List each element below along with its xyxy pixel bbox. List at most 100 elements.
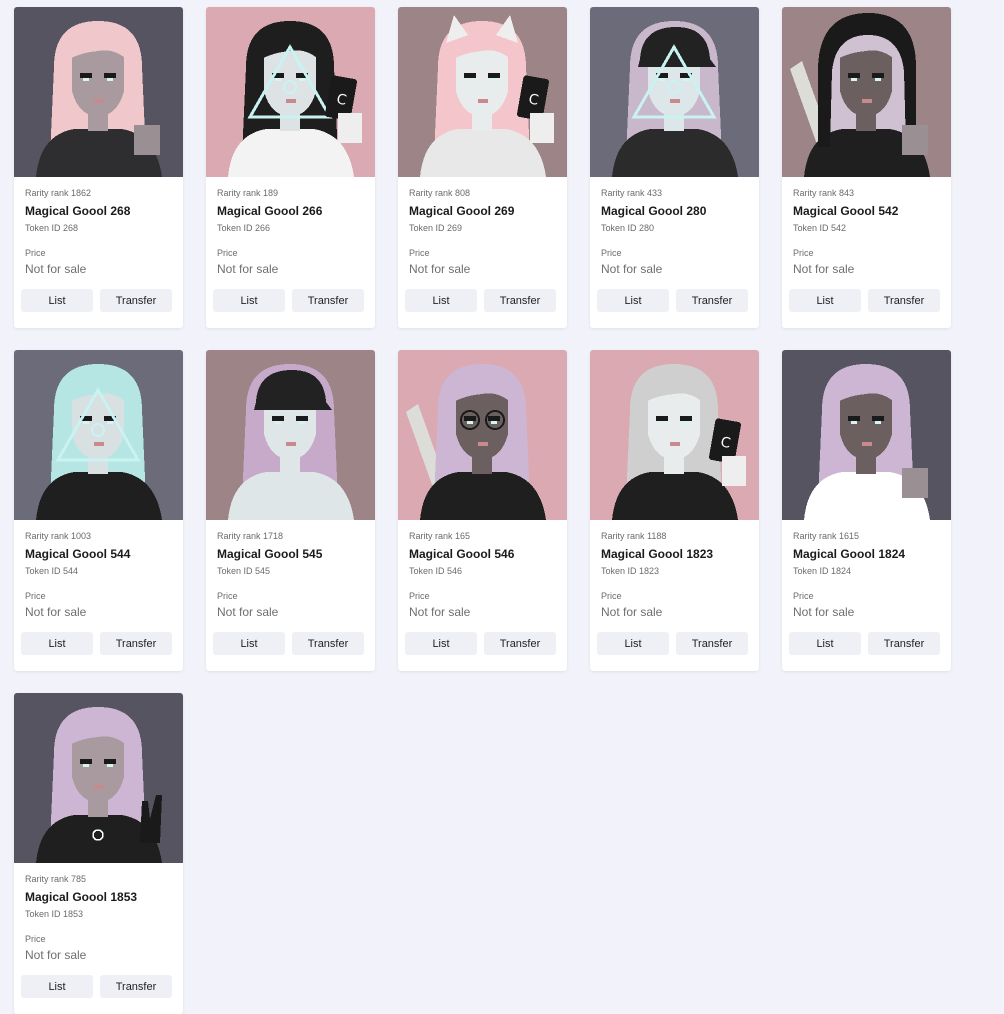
list-button[interactable]: List bbox=[21, 632, 93, 655]
nft-card[interactable]: C Rarity rank 189 Magical Goool 266 Toke… bbox=[206, 7, 375, 328]
nft-name: Magical Goool 266 bbox=[217, 204, 323, 218]
transfer-button[interactable]: Transfer bbox=[868, 289, 940, 312]
transfer-button[interactable]: Transfer bbox=[100, 975, 172, 998]
nft-name: Magical Goool 1823 bbox=[601, 547, 714, 561]
token-id: Token ID 280 bbox=[601, 223, 655, 233]
rarity-rank: Rarity rank 165 bbox=[409, 531, 471, 541]
nft-artwork[interactable] bbox=[14, 7, 183, 177]
card-actions: List Transfer bbox=[21, 975, 172, 998]
nft-artwork[interactable] bbox=[782, 350, 951, 520]
transfer-button[interactable]: Transfer bbox=[292, 632, 364, 655]
list-button[interactable]: List bbox=[405, 632, 477, 655]
nft-name: Magical Goool 544 bbox=[25, 547, 131, 561]
nft-artwork[interactable] bbox=[206, 350, 375, 520]
price-value: Not for sale bbox=[25, 605, 87, 619]
nft-artwork[interactable]: C bbox=[590, 350, 759, 520]
token-id: Token ID 268 bbox=[25, 223, 79, 233]
price-value: Not for sale bbox=[217, 262, 279, 276]
nft-artwork[interactable] bbox=[590, 7, 759, 177]
price-label: Price bbox=[217, 248, 238, 258]
price-value: Not for sale bbox=[217, 605, 279, 619]
nft-name: Magical Goool 545 bbox=[217, 547, 323, 561]
price-value: Not for sale bbox=[793, 605, 855, 619]
nft-artwork[interactable] bbox=[782, 7, 951, 177]
nft-artwork[interactable] bbox=[14, 350, 183, 520]
price-value: Not for sale bbox=[25, 262, 87, 276]
rarity-rank: Rarity rank 1862 bbox=[25, 188, 92, 198]
nft-card[interactable]: Rarity rank 1615 Magical Goool 1824 Toke… bbox=[782, 350, 951, 671]
transfer-button[interactable]: Transfer bbox=[484, 289, 556, 312]
card-actions: List Transfer bbox=[789, 632, 940, 655]
transfer-button[interactable]: Transfer bbox=[868, 632, 940, 655]
price-value: Not for sale bbox=[25, 948, 87, 962]
transfer-button[interactable]: Transfer bbox=[100, 632, 172, 655]
list-button[interactable]: List bbox=[405, 289, 477, 312]
price-value: Not for sale bbox=[409, 605, 471, 619]
list-button[interactable]: List bbox=[213, 632, 285, 655]
card-actions: List Transfer bbox=[213, 632, 364, 655]
rarity-rank: Rarity rank 808 bbox=[409, 188, 471, 198]
token-id: Token ID 542 bbox=[793, 223, 847, 233]
transfer-button[interactable]: Transfer bbox=[676, 632, 748, 655]
nft-name: Magical Goool 546 bbox=[409, 547, 515, 561]
price-label: Price bbox=[217, 591, 238, 601]
card-actions: List Transfer bbox=[405, 289, 556, 312]
card-actions: List Transfer bbox=[597, 289, 748, 312]
card-actions: List Transfer bbox=[789, 289, 940, 312]
rarity-rank: Rarity rank 785 bbox=[25, 874, 87, 884]
token-id: Token ID 1824 bbox=[793, 566, 852, 576]
list-button[interactable]: List bbox=[213, 289, 285, 312]
nft-card[interactable]: Rarity rank 785 Magical Goool 1853 Token… bbox=[14, 693, 183, 1014]
list-button[interactable]: List bbox=[597, 289, 669, 312]
rarity-rank: Rarity rank 1188 bbox=[601, 531, 667, 541]
nft-card[interactable]: Rarity rank 1003 Magical Goool 544 Token… bbox=[14, 350, 183, 671]
price-label: Price bbox=[25, 248, 46, 258]
nft-card[interactable]: Rarity rank 165 Magical Goool 546 Token … bbox=[398, 350, 567, 671]
price-label: Price bbox=[793, 248, 814, 258]
nft-name: Magical Goool 280 bbox=[601, 204, 707, 218]
nft-artwork[interactable]: C bbox=[398, 7, 567, 177]
price-value: Not for sale bbox=[793, 262, 855, 276]
price-label: Price bbox=[25, 591, 46, 601]
token-id: Token ID 545 bbox=[217, 566, 271, 576]
rarity-rank: Rarity rank 1615 bbox=[793, 531, 860, 541]
nft-artwork[interactable] bbox=[14, 693, 183, 863]
nft-name: Magical Goool 1853 bbox=[25, 890, 138, 904]
price-label: Price bbox=[409, 591, 430, 601]
price-value: Not for sale bbox=[601, 262, 663, 276]
token-id: Token ID 546 bbox=[409, 566, 463, 576]
token-id: Token ID 269 bbox=[409, 223, 463, 233]
nft-name: Magical Goool 542 bbox=[793, 204, 899, 218]
price-label: Price bbox=[601, 591, 622, 601]
list-button[interactable]: List bbox=[21, 289, 93, 312]
rarity-rank: Rarity rank 843 bbox=[793, 188, 855, 198]
nft-card[interactable]: C Rarity rank 1188 Magical Goool 1823 To… bbox=[590, 350, 759, 671]
nft-card[interactable]: Rarity rank 433 Magical Goool 280 Token … bbox=[590, 7, 759, 328]
nft-name: Magical Goool 269 bbox=[409, 204, 515, 218]
nft-grid: Rarity rank 1862 Magical Goool 268 Token… bbox=[14, 7, 951, 1014]
price-label: Price bbox=[25, 934, 46, 944]
rarity-rank: Rarity rank 433 bbox=[601, 188, 663, 198]
token-id: Token ID 1853 bbox=[25, 909, 84, 919]
list-button[interactable]: List bbox=[21, 975, 93, 998]
card-actions: List Transfer bbox=[405, 632, 556, 655]
token-id: Token ID 266 bbox=[217, 223, 271, 233]
nft-artwork[interactable]: C bbox=[206, 7, 375, 177]
rarity-rank: Rarity rank 1718 bbox=[217, 531, 284, 541]
nft-artwork[interactable] bbox=[398, 350, 567, 520]
list-button[interactable]: List bbox=[789, 632, 861, 655]
transfer-button[interactable]: Transfer bbox=[100, 289, 172, 312]
list-button[interactable]: List bbox=[597, 632, 669, 655]
nft-card[interactable]: C Rarity rank 808 Magical Goool 269 Toke… bbox=[398, 7, 567, 328]
transfer-button[interactable]: Transfer bbox=[292, 289, 364, 312]
price-label: Price bbox=[793, 591, 814, 601]
card-actions: List Transfer bbox=[213, 289, 364, 312]
transfer-button[interactable]: Transfer bbox=[484, 632, 556, 655]
transfer-button[interactable]: Transfer bbox=[676, 289, 748, 312]
card-actions: List Transfer bbox=[21, 289, 172, 312]
rarity-rank: Rarity rank 1003 bbox=[25, 531, 92, 541]
list-button[interactable]: List bbox=[789, 289, 861, 312]
nft-card[interactable]: Rarity rank 1718 Magical Goool 545 Token… bbox=[206, 350, 375, 671]
nft-card[interactable]: Rarity rank 843 Magical Goool 542 Token … bbox=[782, 7, 951, 328]
nft-card[interactable]: Rarity rank 1862 Magical Goool 268 Token… bbox=[14, 7, 183, 328]
